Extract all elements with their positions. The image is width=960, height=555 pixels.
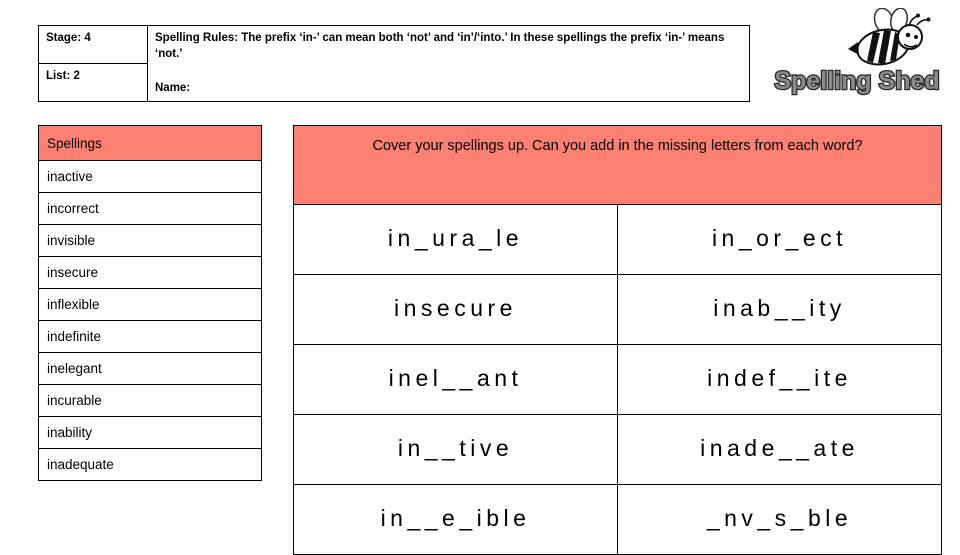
- table-row: insecure: [38, 256, 262, 289]
- spelling-word: inelegant: [38, 352, 262, 385]
- brand-text: Spelling Shed: [774, 67, 939, 95]
- table-row: in__e_ible _nv_s_ble: [293, 484, 942, 555]
- table-row: inability: [38, 416, 262, 449]
- exercise-answer-slot[interactable]: in__e_ible: [293, 484, 618, 555]
- name-label: Name:: [155, 82, 191, 95]
- spelling-word: inadequate: [38, 448, 262, 481]
- table-row: in_ura_le in_or_ect: [293, 204, 942, 275]
- spelling-rules-cell: Spelling Rules: The prefix ‘in-’ can mea…: [147, 25, 750, 102]
- exercise-answer-slot[interactable]: indef__ite: [617, 344, 942, 415]
- bee-icon: [848, 8, 931, 66]
- stage-label: Stage: 4: [46, 32, 91, 44]
- table-row: inactive: [38, 160, 262, 193]
- exercise-instruction: Cover your spellings up. Can you add in …: [293, 125, 942, 205]
- exercise-answer-slot[interactable]: in__tive: [293, 414, 618, 485]
- spelling-word: inflexible: [38, 288, 262, 321]
- table-row: inel__ant indef__ite: [293, 344, 942, 415]
- exercise-answer-slot[interactable]: in_ura_le: [293, 204, 618, 275]
- spellings-list-table: Spellings inactive incorrect invisible i…: [38, 125, 262, 481]
- exercise-instruction-row: Cover your spellings up. Can you add in …: [293, 125, 942, 205]
- exercise-answer-slot[interactable]: inel__ant: [293, 344, 618, 415]
- spelling-rules-text: Spelling Rules: The prefix ‘in-’ can mea…: [155, 32, 725, 60]
- spelling-word: invisible: [38, 224, 262, 257]
- worksheet-header-table: Stage: 4 Spelling Rules: The prefix ‘in-…: [38, 25, 750, 102]
- table-row: incorrect: [38, 192, 262, 225]
- exercise-answer-slot[interactable]: insecure: [293, 274, 618, 345]
- table-row: insecure inab__ity: [293, 274, 942, 345]
- list-label: List: 2: [46, 69, 80, 82]
- table-row: indefinite: [38, 320, 262, 353]
- spelling-shed-logo: Spelling Shed: [762, 8, 952, 100]
- exercise-answer-slot[interactable]: in_or_ect: [617, 204, 942, 275]
- table-row: invisible: [38, 224, 262, 257]
- spelling-word: incorrect: [38, 192, 262, 225]
- spellings-header-cell: Spellings: [38, 125, 262, 161]
- table-row: in__tive inade__ate: [293, 414, 942, 485]
- spellings-header-row: Spellings: [38, 125, 262, 161]
- stage-cell: Stage: 4: [38, 25, 148, 64]
- exercise-answer-slot[interactable]: _nv_s_ble: [617, 484, 942, 555]
- spelling-word: inactive: [38, 160, 262, 193]
- table-row: inadequate: [38, 448, 262, 481]
- list-cell: List: 2: [38, 62, 148, 102]
- spelling-word: incurable: [38, 384, 262, 417]
- exercise-answer-slot[interactable]: inade__ate: [617, 414, 942, 485]
- table-row: inflexible: [38, 288, 262, 321]
- table-row: incurable: [38, 384, 262, 417]
- brand-wordmark: Spelling Shed: [773, 66, 941, 97]
- exercise-answer-slot[interactable]: inab__ity: [617, 274, 942, 345]
- spelling-word: insecure: [38, 256, 262, 289]
- table-row: inelegant: [38, 352, 262, 385]
- spelling-word: inability: [38, 416, 262, 449]
- exercise-table: Cover your spellings up. Can you add in …: [293, 125, 942, 555]
- header-row-stage: Stage: 4 Spelling Rules: The prefix ‘in-…: [38, 25, 750, 102]
- spelling-word: indefinite: [38, 320, 262, 353]
